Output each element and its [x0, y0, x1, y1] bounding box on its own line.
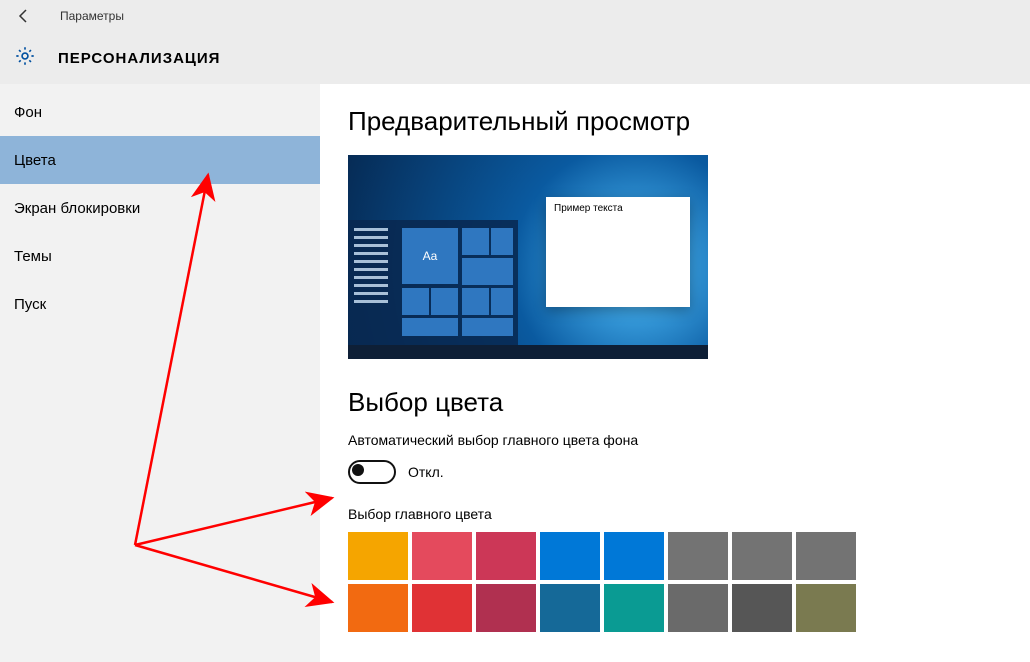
- color-swatch[interactable]: [668, 584, 728, 632]
- sidebar-item-label: Цвета: [14, 152, 56, 169]
- preview-thumbnail: Aa Пример текста: [348, 155, 708, 359]
- preview-start-menu: Aa: [348, 220, 518, 345]
- color-swatch[interactable]: [476, 584, 536, 632]
- back-button[interactable]: [8, 0, 40, 32]
- sidebar-item-label: Экран блокировки: [14, 200, 140, 217]
- gear-icon: [14, 45, 36, 72]
- category-title: ПЕРСОНАЛИЗАЦИЯ: [58, 50, 220, 67]
- choose-color-heading: Выбор цвета: [348, 387, 1030, 418]
- color-swatch[interactable]: [476, 532, 536, 580]
- preview-heading: Предварительный просмотр: [348, 106, 1030, 137]
- color-swatch[interactable]: [668, 532, 728, 580]
- color-swatch[interactable]: [412, 584, 472, 632]
- color-swatch[interactable]: [348, 584, 408, 632]
- color-swatch[interactable]: [348, 532, 408, 580]
- toggle-state-label: Откл.: [408, 464, 444, 480]
- toggle-knob: [352, 464, 364, 476]
- preview-start-list: [354, 228, 388, 337]
- sidebar-item-2[interactable]: Экран блокировки: [0, 184, 320, 232]
- preview-sample-window: Пример текста: [546, 197, 690, 307]
- sidebar-item-label: Темы: [14, 248, 52, 265]
- auto-color-label: Автоматический выбор главного цвета фона: [348, 432, 1030, 448]
- color-swatch[interactable]: [796, 584, 856, 632]
- category-header: ПЕРСОНАЛИЗАЦИЯ: [0, 32, 1030, 84]
- color-swatch[interactable]: [796, 532, 856, 580]
- sidebar-item-label: Фон: [14, 104, 42, 121]
- titlebar: Параметры: [0, 0, 1030, 32]
- sidebar-item-4[interactable]: Пуск: [0, 280, 320, 328]
- sidebar-item-1[interactable]: Цвета: [0, 136, 320, 184]
- swatch-row-1: [348, 584, 1030, 632]
- preview-window-text: Пример текста: [546, 197, 690, 220]
- preview-tile-large: Aa: [402, 228, 458, 284]
- color-swatch[interactable]: [732, 584, 792, 632]
- content-area: Предварительный просмотр Aa Пример текст: [320, 84, 1030, 662]
- color-swatch[interactable]: [540, 532, 600, 580]
- color-swatch[interactable]: [540, 584, 600, 632]
- color-swatch[interactable]: [732, 532, 792, 580]
- color-swatch[interactable]: [412, 532, 472, 580]
- sidebar-item-label: Пуск: [14, 296, 46, 313]
- sidebar-item-3[interactable]: Темы: [0, 232, 320, 280]
- accent-swatch-grid: [348, 532, 1030, 632]
- accent-color-label: Выбор главного цвета: [348, 506, 1030, 522]
- sidebar-item-0[interactable]: Фон: [0, 88, 320, 136]
- color-swatch[interactable]: [604, 584, 664, 632]
- preview-taskbar: [348, 345, 708, 359]
- window-title: Параметры: [60, 9, 124, 23]
- color-swatch[interactable]: [604, 532, 664, 580]
- swatch-row-0: [348, 532, 1030, 580]
- sidebar: Фон Цвета Экран блокировки Темы Пуск: [0, 84, 320, 662]
- back-arrow-icon: [16, 8, 32, 24]
- auto-color-toggle[interactable]: [348, 460, 396, 484]
